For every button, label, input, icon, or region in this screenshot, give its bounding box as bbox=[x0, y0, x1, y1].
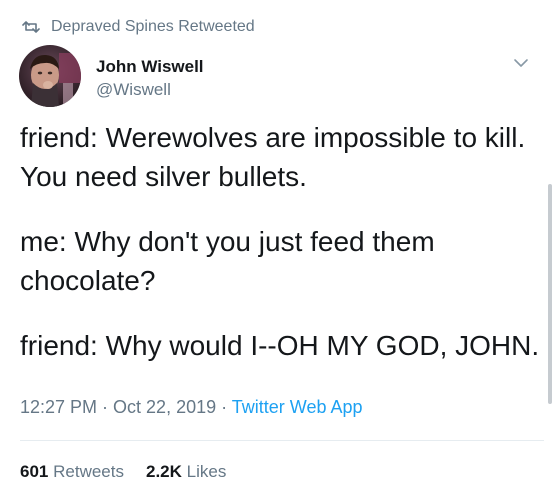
tweet-text: friend: Werewolves are impossible to kil… bbox=[20, 118, 546, 365]
avatar[interactable] bbox=[19, 45, 81, 107]
author-handle[interactable]: @Wiswell bbox=[96, 80, 171, 100]
likes-stat[interactable]: 2.2K Likes bbox=[146, 462, 226, 481]
tweet-date[interactable]: Oct 22, 2019 bbox=[113, 397, 216, 417]
tweet-paragraph: friend: Werewolves are impossible to kil… bbox=[20, 122, 526, 192]
author-name[interactable]: John Wiswell bbox=[96, 57, 204, 77]
tweet-stats: 601 Retweets 2.2K Likes bbox=[20, 462, 226, 482]
likes-label: Likes bbox=[186, 462, 227, 481]
tweet-meta: 12:27 PM · Oct 22, 2019 · Twitter Web Ap… bbox=[20, 397, 363, 418]
divider bbox=[20, 440, 544, 441]
retweets-label: Retweets bbox=[53, 462, 124, 481]
scrollbar-thumb[interactable] bbox=[548, 184, 552, 404]
retweets-stat[interactable]: 601 Retweets bbox=[20, 462, 124, 481]
tweet-card: Depraved Spines Retweeted John Wiswell @… bbox=[0, 0, 552, 502]
tweet-time[interactable]: 12:27 PM bbox=[20, 397, 97, 417]
tweet-paragraph: me: Why don't you just feed them chocola… bbox=[20, 226, 435, 296]
retweet-context[interactable]: Depraved Spines Retweeted bbox=[22, 18, 255, 36]
retweets-count: 601 bbox=[20, 462, 49, 481]
retweet-context-text: Depraved Spines Retweeted bbox=[51, 18, 255, 35]
tweet-source-link[interactable]: Twitter Web App bbox=[232, 397, 363, 417]
retweet-icon bbox=[22, 21, 40, 33]
tweet-paragraph: friend: Why would I--OH MY GOD, JOHN. bbox=[20, 330, 540, 361]
chevron-down-icon[interactable] bbox=[512, 56, 530, 70]
meta-separator: · bbox=[216, 397, 232, 417]
likes-count: 2.2K bbox=[145, 462, 182, 481]
meta-separator: · bbox=[97, 397, 114, 417]
